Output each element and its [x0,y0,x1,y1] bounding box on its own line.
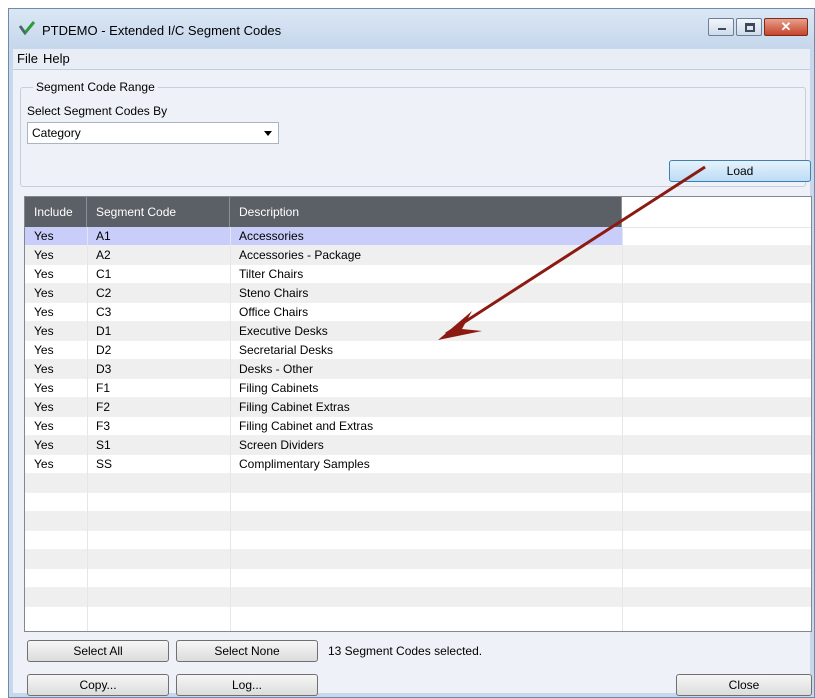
cell-description: Office Chairs [239,305,309,319]
select-by-value: Category [32,126,81,140]
app-window: PTDEMO - Extended I/C Segment Codes ✕ Fi… [8,8,815,698]
cell-description: Screen Dividers [239,438,324,452]
menu-file[interactable]: File [17,51,38,66]
select-by-dropdown[interactable]: Category [27,122,279,144]
table-row[interactable]: Yes S1 Screen Dividers [25,436,811,455]
cell-segment-code: D1 [96,324,112,338]
app-logo-icon [19,21,35,35]
empty-row [25,569,811,588]
cell-include: Yes [34,286,54,300]
cell-include: Yes [34,419,54,433]
empty-row [25,474,811,493]
window-controls: ✕ [706,18,808,36]
column-header-description[interactable]: Description [230,197,622,227]
maximize-icon[interactable] [736,18,762,36]
cell-description: Filing Cabinets [239,381,319,395]
cell-description: Steno Chairs [239,286,309,300]
close-button[interactable]: Close [676,674,812,696]
grid-rows: Yes A1 Accessories Yes A2 Accessories - Packa… [25,227,811,607]
table-row[interactable]: Yes C1 Tilter Chairs [25,265,811,284]
empty-row [25,550,811,569]
table-row[interactable]: Yes D2 Secretarial Desks [25,341,811,360]
table-row[interactable]: Yes SS Complimentary Samples [25,455,811,474]
table-row[interactable]: Yes A2 Accessories - Package [25,246,811,265]
table-row[interactable]: Yes F3 Filing Cabinet and Extras [25,417,811,436]
segment-code-range-label: Segment Code Range [33,80,158,94]
cell-segment-code: C1 [96,267,112,281]
cell-include: Yes [34,229,54,243]
cell-include: Yes [34,267,54,281]
cell-segment-code: SS [96,457,113,471]
cell-include: Yes [34,381,54,395]
cell-include: Yes [34,438,54,452]
segment-codes-grid[interactable]: Include Segment Code Description Yes A1 Ac… [24,196,812,632]
cell-include: Yes [34,343,54,357]
cell-segment-code: F1 [96,381,111,395]
cell-description: Complimentary Samples [239,457,370,471]
menu-help[interactable]: Help [43,51,70,66]
chevron-down-icon[interactable] [264,131,272,136]
minimize-icon[interactable] [708,18,734,36]
select-all-button[interactable]: Select All [27,640,169,662]
cell-description: Filing Cabinet Extras [239,400,350,414]
menu-bar: File Help [13,49,810,70]
cell-include: Yes [34,400,54,414]
table-row[interactable]: Yes D3 Desks - Other [25,360,811,379]
column-header-segment-code[interactable]: Segment Code [87,197,230,227]
title-bar[interactable]: PTDEMO - Extended I/C Segment Codes ✕ [9,9,814,47]
cell-description: Filing Cabinet and Extras [239,419,374,433]
cell-segment-code: D3 [96,362,112,376]
table-row[interactable]: Yes F1 Filing Cabinets [25,379,811,398]
client-area: Segment Code Range Select Segment Codes … [13,70,812,696]
cell-segment-code: C2 [96,286,112,300]
cell-description: Secretarial Desks [239,343,334,357]
log-button[interactable]: Log... [176,674,318,696]
empty-row [25,493,811,512]
table-row[interactable]: Yes A1 Accessories [25,227,811,246]
empty-row [25,512,811,531]
table-row[interactable]: Yes F2 Filing Cabinet Extras [25,398,811,417]
cell-segment-code: C3 [96,305,112,319]
copy-button[interactable]: Copy... [27,674,169,696]
cell-include: Yes [34,362,54,376]
empty-row [25,531,811,550]
table-row[interactable]: Yes D1 Executive Desks [25,322,811,341]
column-divider [230,227,231,631]
cell-description: Tilter Chairs [239,267,304,281]
select-none-button[interactable]: Select None [176,640,318,662]
selection-status: 13 Segment Codes selected. [328,644,483,658]
table-row[interactable]: Yes C2 Steno Chairs [25,284,811,303]
column-header-include[interactable]: Include [25,197,87,227]
grid-header-empty [622,197,811,228]
load-button[interactable]: Load [669,160,811,182]
empty-row [25,588,811,607]
cell-include: Yes [34,324,54,338]
cell-segment-code: F2 [96,400,111,414]
cell-description: Accessories - Package [239,248,362,262]
cell-description: Accessories [239,229,304,243]
close-icon[interactable]: ✕ [764,18,808,36]
cell-segment-code: A2 [96,248,111,262]
cell-description: Desks - Other [239,362,314,376]
cell-include: Yes [34,305,54,319]
cell-segment-code: F3 [96,419,111,433]
cell-include: Yes [34,457,54,471]
column-divider [87,227,88,631]
cell-segment-code: A1 [96,229,111,243]
select-by-label: Select Segment Codes By [27,104,168,118]
cell-include: Yes [34,248,54,262]
cell-segment-code: S1 [96,438,111,452]
column-divider [622,227,623,631]
window-title: PTDEMO - Extended I/C Segment Codes [42,23,282,38]
table-row[interactable]: Yes C3 Office Chairs [25,303,811,322]
cell-description: Executive Desks [239,324,328,338]
grid-header: Include Segment Code Description [25,197,622,227]
cell-segment-code: D2 [96,343,112,357]
